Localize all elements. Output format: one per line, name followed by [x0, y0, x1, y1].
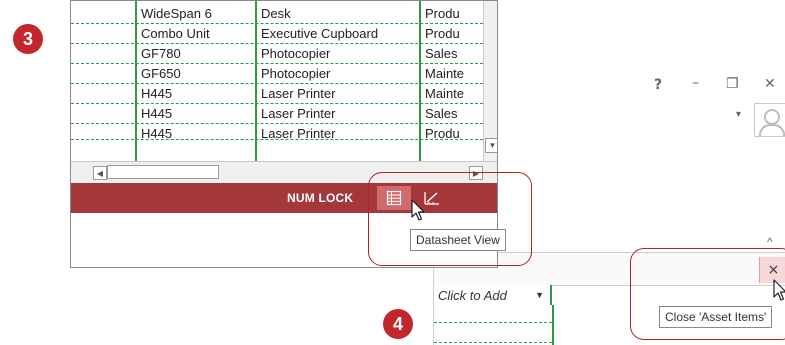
horizontal-scroll-thumb[interactable] [107, 165, 219, 179]
table-row[interactable]: H445 Laser Printer Mainte [71, 85, 483, 104]
new-column-cells[interactable] [434, 305, 554, 345]
column-divider [419, 1, 421, 161]
restore-button[interactable]: ❐ [726, 76, 739, 92]
column-header-label: Click to Add [438, 287, 507, 303]
table-cell[interactable]: GF650 [141, 66, 215, 81]
table-cell[interactable]: Combo Unit [141, 26, 215, 41]
click-to-add-column-header[interactable]: Click to Add ▼ [434, 285, 552, 305]
table-cell[interactable]: Laser Printer [261, 86, 419, 101]
collapse-ribbon-button[interactable]: ^ [767, 235, 773, 249]
help-button[interactable]: ? [654, 77, 662, 93]
scroll-left-arrow-icon[interactable]: ◀ [93, 166, 107, 180]
table-cell[interactable]: Mainte [425, 86, 483, 101]
table-cell[interactable]: H445 [141, 86, 215, 101]
table-cell[interactable]: WideSpan 6 [141, 6, 215, 21]
column-divider [135, 1, 137, 161]
table-cell[interactable]: Produ [425, 126, 483, 139]
table-cell[interactable]: H445 [141, 106, 215, 121]
table-cell[interactable]: Photocopier [261, 46, 419, 61]
mouse-pointer-icon [773, 279, 785, 301]
table-cell[interactable]: H445 [141, 126, 215, 139]
minimize-button[interactable]: – [692, 75, 699, 91]
table-row[interactable]: GF650 Photocopier Mainte [71, 65, 483, 84]
datasheet-grid: WideSpan 6 Desk Produ Combo Unit Executi… [71, 1, 483, 161]
chevron-down-icon[interactable]: ▼ [535, 290, 544, 300]
step-badge-4: 4 [383, 309, 413, 339]
table-cell[interactable]: Sales [425, 106, 483, 121]
scroll-down-arrow-icon[interactable]: ▼ [485, 138, 497, 153]
table-row[interactable]: GF780 Photocopier Sales [71, 45, 483, 64]
table-row[interactable]: Combo Unit Executive Cupboard Produ [71, 25, 483, 44]
user-avatar-icon[interactable] [754, 103, 785, 137]
account-dropdown-icon[interactable]: ▾ [736, 109, 741, 120]
table-cell[interactable]: GF780 [141, 46, 215, 61]
table-cell[interactable]: Executive Cupboard [261, 26, 419, 41]
vertical-scrollbar[interactable]: ▼ [483, 1, 497, 161]
table-row[interactable]: WideSpan 6 Desk Produ [71, 5, 483, 24]
table-cell[interactable]: Sales [425, 46, 483, 61]
table-cell[interactable]: Desk [261, 6, 419, 21]
table-cell[interactable]: Produ [425, 26, 483, 41]
table-cell[interactable]: Photocopier [261, 66, 419, 81]
step-badge-3: 3 [13, 24, 43, 54]
table-cell[interactable]: Laser Printer [261, 106, 419, 121]
table-row[interactable]: H445 Laser Printer Sales [71, 105, 483, 124]
table-cell[interactable]: Produ [425, 6, 483, 21]
num-lock-indicator: NUM LOCK [287, 191, 354, 205]
column-divider [255, 1, 257, 161]
callout-outline-step3 [368, 172, 532, 266]
callout-outline-step4 [630, 248, 785, 340]
mouse-pointer-icon [411, 199, 425, 221]
close-window-button[interactable]: ✕ [764, 76, 776, 92]
table-row[interactable]: H445 Laser Printer Produ [71, 125, 483, 140]
table-cell[interactable]: Mainte [425, 66, 483, 81]
table-cell[interactable]: Laser Printer [261, 126, 419, 139]
